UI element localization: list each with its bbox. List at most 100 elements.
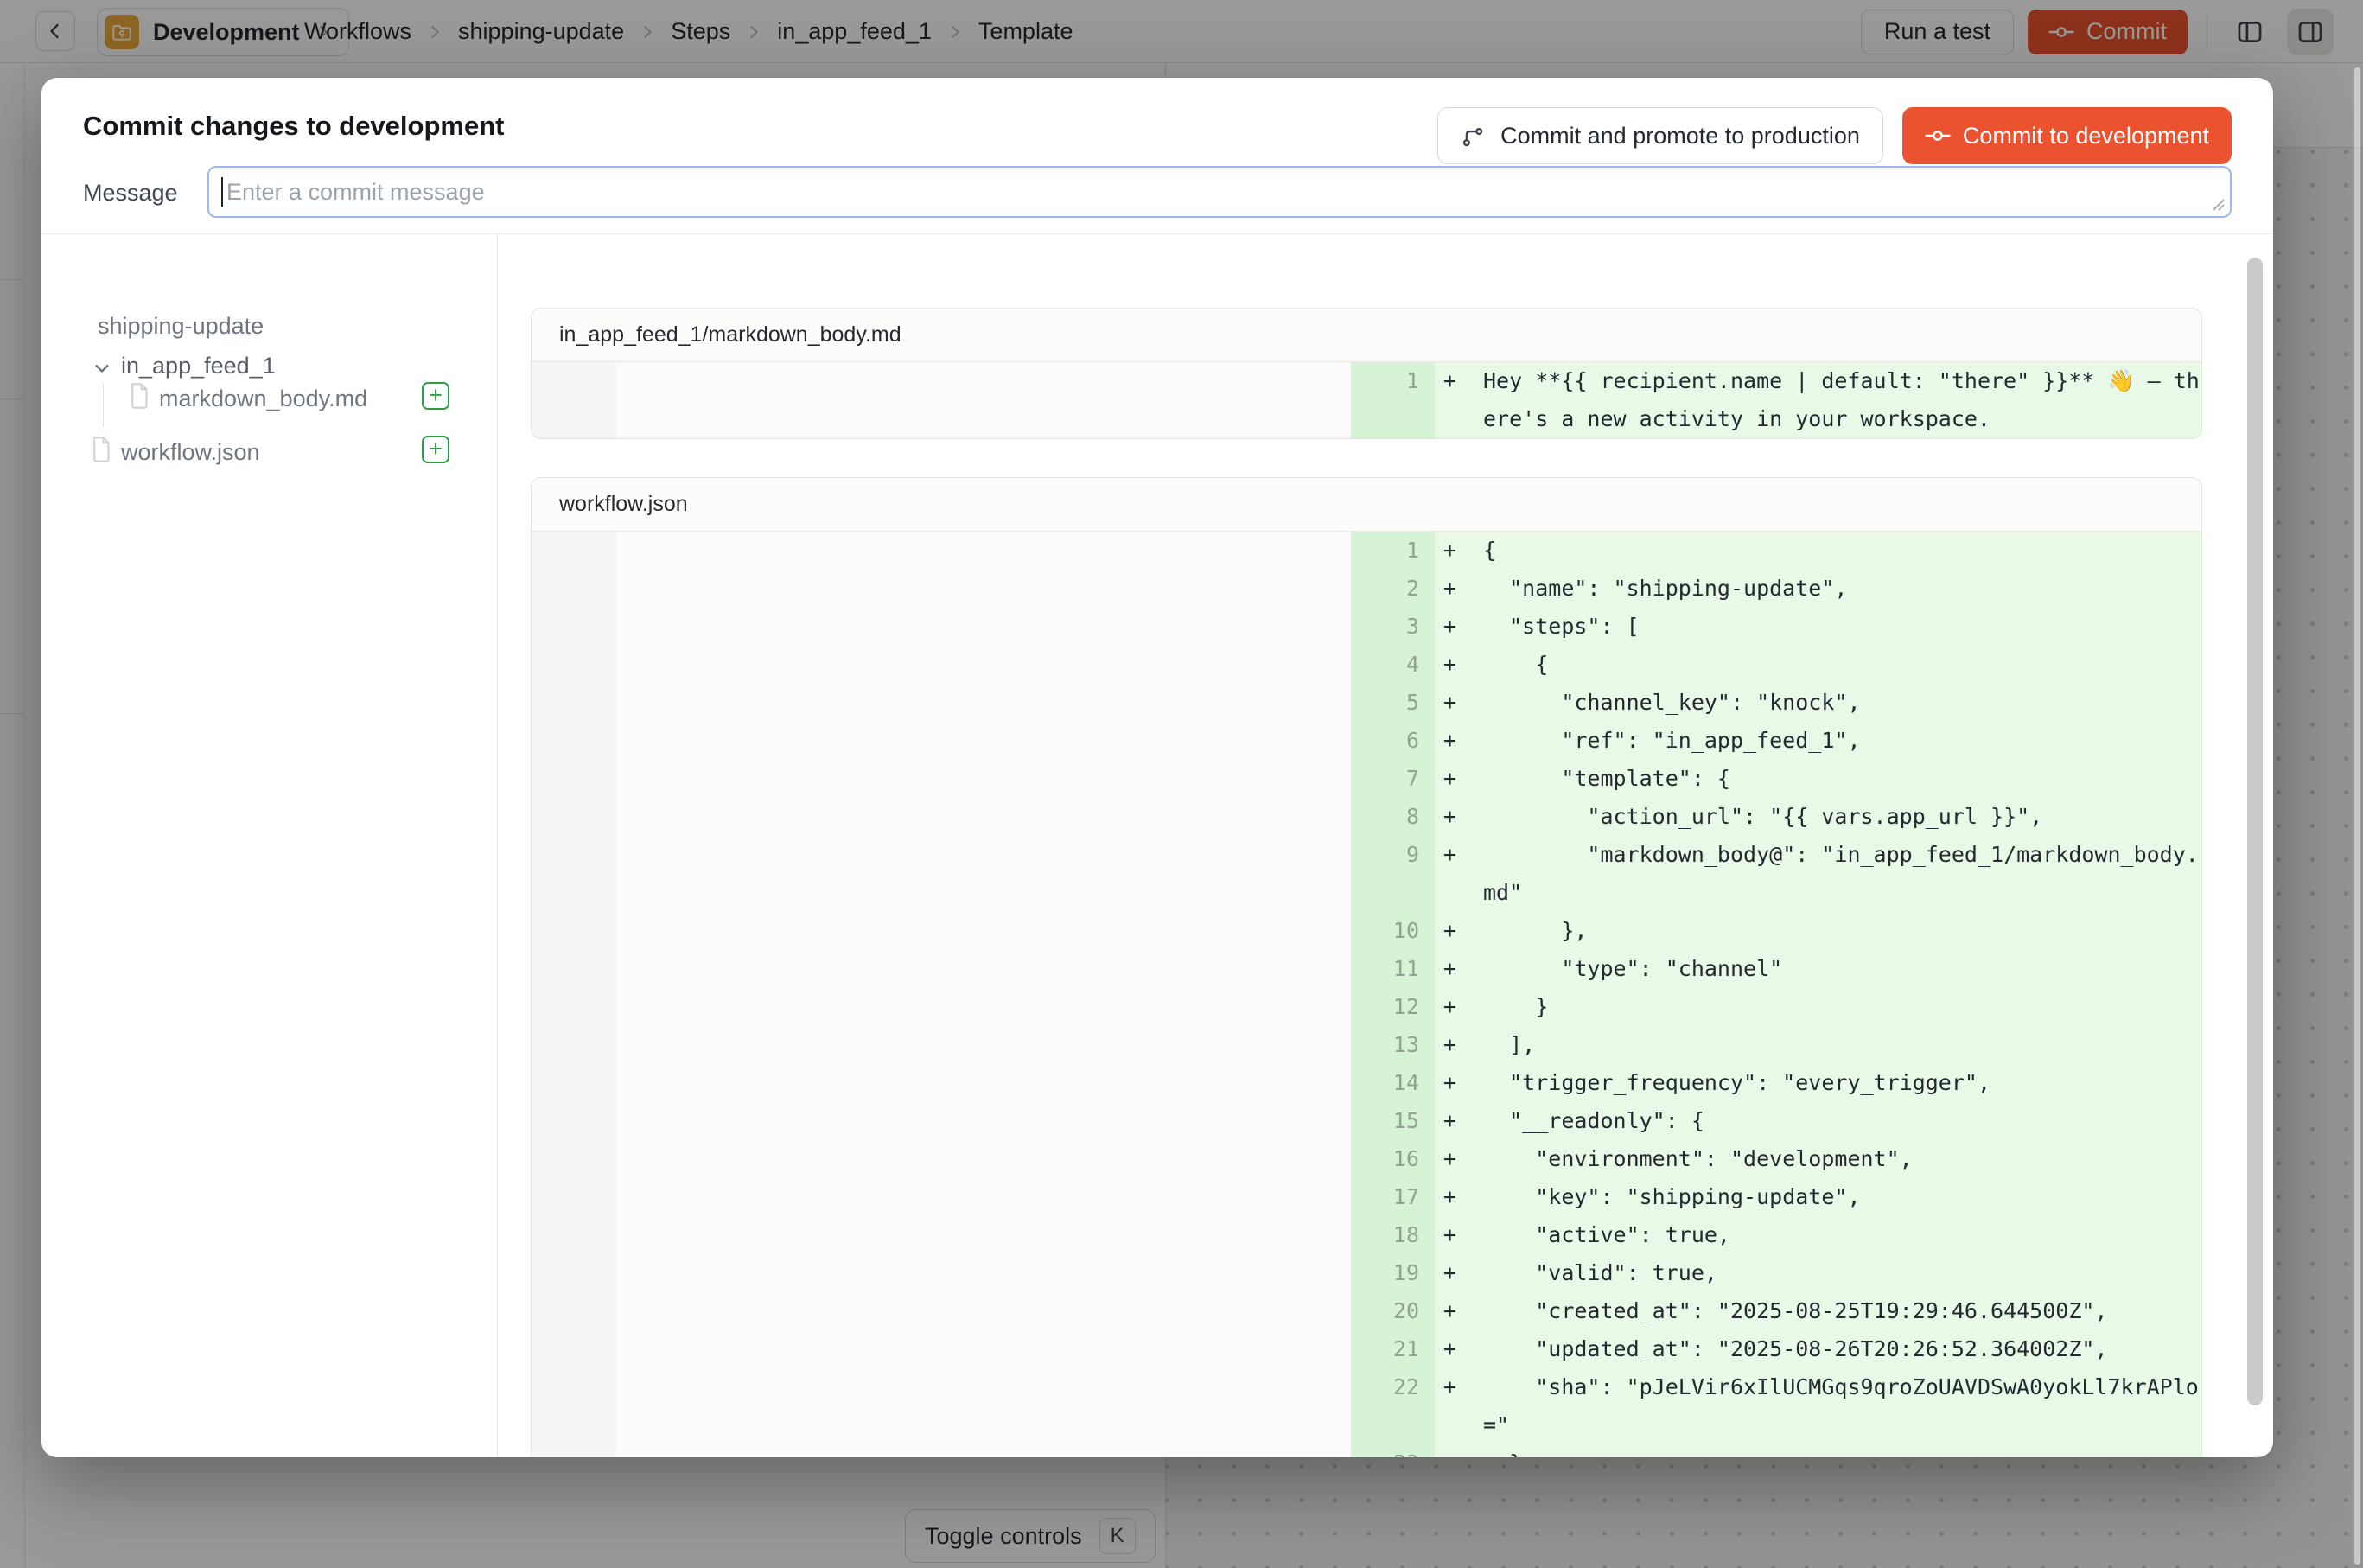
diff-add-marker: +: [1443, 798, 1483, 836]
code-text: Hey **{{ recipient.name | default: "ther…: [1483, 362, 2202, 438]
line-number: 7: [1351, 760, 1435, 798]
diff-add-marker: +: [1443, 1140, 1483, 1178]
diff-line-content: + "__readonly": {: [1435, 1102, 2202, 1140]
line-number: 10: [1351, 912, 1435, 950]
diff-line-content: + "markdown_body@": "in_app_feed_1/markd…: [1435, 836, 2202, 912]
diff-gutter: [532, 362, 616, 438]
code-text: },: [1483, 912, 2202, 950]
code-text: {: [1483, 532, 2202, 570]
code-text: "key": "shipping-update",: [1483, 1178, 2202, 1216]
line-number: 15: [1351, 1102, 1435, 1140]
diff-line-content: + "type": "channel": [1435, 950, 2202, 988]
diff-add-marker: +: [1443, 950, 1483, 988]
commit-to-development-button[interactable]: Commit to development: [1902, 107, 2232, 164]
tree-indent-guide: [103, 384, 104, 427]
file-icon: [128, 382, 150, 410]
added-file-icon: +: [422, 436, 449, 463]
diff-old-side: [616, 532, 1351, 1457]
code-text: "type": "channel": [1483, 950, 2202, 988]
diff-old-side: [616, 362, 1351, 438]
diff-line: 9+ "markdown_body@": "in_app_feed_1/mark…: [1351, 836, 2201, 912]
code-text: "markdown_body@": "in_app_feed_1/markdow…: [1483, 836, 2202, 912]
diff-rows: 1+{2+ "name": "shipping-update",3+ "step…: [1351, 532, 2201, 1457]
diff-line: 10+ },: [1351, 912, 2201, 950]
line-number: 17: [1351, 1178, 1435, 1216]
commit-dialog: Commit changes to development Commit and…: [41, 78, 2273, 1457]
commit-and-promote-button[interactable]: Commit and promote to production: [1437, 107, 1883, 164]
diff-line-content: + {: [1435, 646, 2202, 684]
line-number: 3: [1351, 608, 1435, 646]
diff-line: 18+ "active": true,: [1351, 1216, 2201, 1254]
diff-line: 1+{: [1351, 532, 2201, 570]
code-text: "template": {: [1483, 760, 2202, 798]
diff-file-title: in_app_feed_1/markdown_body.md: [559, 322, 901, 347]
tree-root-workflow[interactable]: shipping-update: [98, 313, 264, 340]
diff-add-marker: +: [1443, 722, 1483, 760]
code-text: }: [1483, 1444, 2202, 1457]
commit-message-input[interactable]: Enter a commit message: [207, 166, 2232, 218]
tree-file-markdown-body[interactable]: markdown_body.md: [159, 386, 367, 412]
diff-add-marker: +: [1443, 1292, 1483, 1330]
dialog-header-divider: [41, 233, 2273, 234]
diff-line-content: + "valid": true,: [1435, 1254, 2202, 1292]
diff-line: 14+ "trigger_frequency": "every_trigger"…: [1351, 1064, 2201, 1102]
diff-panel-header: in_app_feed_1/markdown_body.md: [532, 309, 2201, 362]
line-number: 5: [1351, 684, 1435, 722]
line-number: 1: [1351, 532, 1435, 570]
diff-line-content: + "trigger_frequency": "every_trigger",: [1435, 1064, 2202, 1102]
commit-icon: [1925, 128, 1951, 143]
diff-line: 17+ "key": "shipping-update",: [1351, 1178, 2201, 1216]
diff-gutter: [532, 532, 616, 1457]
code-text: "steps": [: [1483, 608, 2202, 646]
diff-panel-header: workflow.json: [532, 478, 2201, 532]
diff-line: 19+ "valid": true,: [1351, 1254, 2201, 1292]
code-text: "__readonly": {: [1483, 1102, 2202, 1140]
diff-code-area: 1+{2+ "name": "shipping-update",3+ "step…: [532, 532, 2201, 1457]
line-number: 1: [1351, 362, 1435, 438]
diff-line: 1+Hey **{{ recipient.name | default: "th…: [1351, 362, 2201, 438]
tree-step-in-app-feed[interactable]: in_app_feed_1: [121, 353, 276, 379]
diff-line: 7+ "template": {: [1351, 760, 2201, 798]
added-file-icon: +: [422, 382, 449, 410]
line-number: 14: [1351, 1064, 1435, 1102]
diff-line-content: + ],: [1435, 1026, 2202, 1064]
code-text: "action_url": "{{ vars.app_url }}",: [1483, 798, 2202, 836]
code-text: "ref": "in_app_feed_1",: [1483, 722, 2202, 760]
diff-line: 20+ "created_at": "2025-08-25T19:29:46.6…: [1351, 1292, 2201, 1330]
file-icon: [90, 436, 112, 463]
dialog-scrollbar-thumb[interactable]: [2247, 258, 2263, 1405]
line-number: 12: [1351, 988, 1435, 1026]
diff-line-content: +{: [1435, 532, 2202, 570]
diff-line-content: + "environment": "development",: [1435, 1140, 2202, 1178]
chevron-down-icon[interactable]: [90, 356, 114, 380]
diff-line: 16+ "environment": "development",: [1351, 1140, 2201, 1178]
line-number: 16: [1351, 1140, 1435, 1178]
line-number: 13: [1351, 1026, 1435, 1064]
diff-code-area: 1+Hey **{{ recipient.name | default: "th…: [532, 362, 2201, 438]
diff-line: 23+ }: [1351, 1444, 2201, 1457]
message-label: Message: [83, 180, 178, 207]
line-number: 18: [1351, 1216, 1435, 1254]
line-number: 4: [1351, 646, 1435, 684]
line-number: 11: [1351, 950, 1435, 988]
line-number: 2: [1351, 570, 1435, 608]
diff-add-marker: +: [1443, 1330, 1483, 1368]
diff-line: 21+ "updated_at": "2025-08-26T20:26:52.3…: [1351, 1330, 2201, 1368]
diff-panel-markdown-body: in_app_feed_1/markdown_body.md 1+Hey **{…: [531, 308, 2202, 439]
diff-line-content: +Hey **{{ recipient.name | default: "the…: [1435, 362, 2202, 438]
commit-to-development-label: Commit to development: [1963, 123, 2209, 150]
tree-panel-divider: [497, 234, 498, 1457]
code-text: "channel_key": "knock",: [1483, 684, 2202, 722]
tree-file-workflow-json[interactable]: workflow.json: [121, 439, 260, 466]
line-number: 22: [1351, 1368, 1435, 1444]
dialog-actions: Commit and promote to production Commit …: [1437, 107, 2232, 164]
diff-add-marker: +: [1443, 1254, 1483, 1292]
code-text: "created_at": "2025-08-25T19:29:46.64450…: [1483, 1292, 2202, 1330]
diff-add-marker: +: [1443, 1216, 1483, 1254]
code-text: "updated_at": "2025-08-26T20:26:52.36400…: [1483, 1330, 2202, 1368]
diff-add-marker: +: [1443, 1444, 1483, 1457]
window-scrollbar[interactable]: [2354, 67, 2360, 1565]
resize-handle-icon[interactable]: [2208, 194, 2226, 212]
diff-line: 22+ "sha": "pJeLVir6xIlUCMGqs9qroZoUAVDS…: [1351, 1368, 2201, 1444]
code-text: "trigger_frequency": "every_trigger",: [1483, 1064, 2202, 1102]
